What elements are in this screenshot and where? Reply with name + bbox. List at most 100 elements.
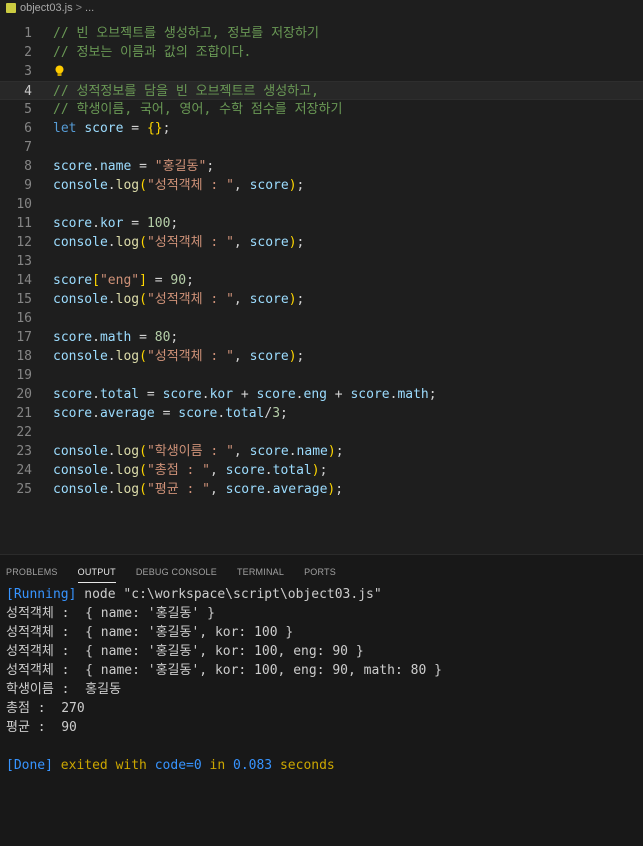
code-line[interactable]: 5 // 학생이름, 국어, 영어, 수학 점수를 저장하기 — [0, 100, 643, 119]
panel-tabs: PROBLEMS OUTPUT DEBUG CONSOLE TERMINAL PORTS — [0, 561, 350, 583]
line-number: 17 — [16, 330, 32, 345]
tab-problems[interactable]: PROBLEMS — [6, 561, 58, 583]
code-token: score — [249, 349, 289, 364]
code-line[interactable]: 23 console.log("학생이름 : ", score.name); — [0, 442, 643, 461]
line-number: 10 — [16, 197, 32, 212]
code-line[interactable]: 1 // 빈 오브젝트를 생성하고, 정보를 저장하기 — [0, 24, 643, 43]
code-token: . — [107, 349, 116, 364]
code-text: console.log("성적객체 : ", score); — [53, 290, 304, 309]
code-line[interactable]: 18 console.log("성적객체 : ", score); — [0, 347, 643, 366]
code-token: ( — [139, 292, 147, 307]
output-line: [Running] node "c:\workspace\script\obje… — [6, 585, 382, 604]
output-token: 학생이름 : 홍길동 — [6, 682, 122, 697]
code-line[interactable]: 21 score.average = score.total/3; — [0, 404, 643, 423]
breadcrumb-separator: > — [75, 2, 83, 14]
line-number: 7 — [24, 140, 32, 155]
code-token: console — [53, 444, 108, 459]
tab-terminal[interactable]: TERMINAL — [237, 561, 284, 583]
code-token: . — [92, 159, 100, 174]
code-token: . — [264, 482, 273, 497]
tab-output[interactable]: OUTPUT — [77, 561, 117, 583]
code-line[interactable]: 13 — [0, 252, 643, 271]
code-line[interactable]: 19 — [0, 366, 643, 385]
output-token: 성적객체 : { name: '홍길동', kor: 100 } — [6, 625, 294, 640]
code-token: // 성적정보를 담을 빈 오브젝트르 생성하고, — [53, 84, 319, 99]
line-number: 20 — [16, 387, 32, 402]
code-line[interactable]: 11 score.kor = 100; — [0, 214, 643, 233]
tab-debug-console[interactable]: DEBUG CONSOLE — [136, 561, 217, 583]
code-token: console — [53, 349, 108, 364]
code-token: name — [99, 159, 132, 174]
tab-ports[interactable]: PORTS — [304, 561, 336, 583]
code-token: , — [210, 482, 226, 497]
javascript-file-icon — [6, 3, 16, 13]
code-token: ) — [288, 292, 297, 307]
code-token: // 빈 오브젝트를 생성하고, 정보를 저장하기 — [53, 26, 319, 41]
code-token: score — [162, 387, 202, 402]
code-token: = — [154, 406, 179, 421]
code-token: 3 — [272, 406, 281, 421]
code-line[interactable]: 2 // 정보는 이름과 값의 조합이다. — [0, 43, 643, 62]
code-token: "성적객체 : " — [146, 178, 234, 193]
code-line[interactable]: 12 console.log("성적객체 : ", score); — [0, 233, 643, 252]
line-number: 5 — [24, 102, 32, 117]
line-number: 21 — [16, 406, 32, 421]
breadcrumb-rest[interactable]: ... — [85, 2, 94, 14]
code-line[interactable]: 17 score.math = 80; — [0, 328, 643, 347]
code-token: ( — [139, 444, 147, 459]
code-token: ; — [296, 349, 305, 364]
output-line: [Done] exited with code=0 in 0.083 secon… — [6, 756, 335, 775]
code-token: "학생이름 : " — [146, 444, 234, 459]
code-token: , — [233, 292, 250, 307]
output-line: 평균 : 90 — [6, 718, 77, 737]
code-line[interactable]: 7 — [0, 138, 643, 157]
code-token: . — [107, 482, 116, 497]
code-line[interactable]: 25 console.log("평균 : ", score.average); — [0, 480, 643, 499]
code-line[interactable]: 15 console.log("성적객체 : ", score); — [0, 290, 643, 309]
code-token: = — [146, 273, 171, 288]
code-token: log — [115, 292, 140, 307]
line-number: 11 — [16, 216, 32, 231]
code-token: . — [107, 235, 116, 250]
code-line[interactable]: 24 console.log("총점 : ", score.total); — [0, 461, 643, 480]
code-token: / — [264, 406, 273, 421]
code-line[interactable]: 6 let score = {}; — [0, 119, 643, 138]
breadcrumb-file[interactable]: object03.js — [20, 2, 73, 14]
code-text: // 빈 오브젝트를 생성하고, 정보를 저장하기 — [53, 24, 319, 43]
code-token: , — [233, 444, 250, 459]
output-token: 0.083 — [233, 758, 273, 773]
code-token: kor — [99, 216, 124, 231]
code-token: score — [225, 463, 265, 478]
code-line[interactable]: 3 — [0, 62, 643, 81]
code-token: score — [53, 406, 93, 421]
output-token: 평균 : 90 — [6, 720, 77, 735]
code-line[interactable]: 22 — [0, 423, 643, 442]
code-token: average — [272, 482, 328, 497]
code-line[interactable]: 8 score.name = "홍길동"; — [0, 157, 643, 176]
line-number: 13 — [16, 254, 32, 269]
code-line[interactable]: 20 score.total = score.kor + score.eng + … — [0, 385, 643, 404]
code-token: "eng" — [99, 273, 140, 288]
output-token: exited with — [52, 758, 155, 773]
code-token: ) — [288, 235, 297, 250]
code-token: score — [84, 121, 124, 136]
code-line[interactable]: 14 score["eng"] = 90; — [0, 271, 643, 290]
code-token: score — [178, 406, 218, 421]
code-editor[interactable]: 1 // 빈 오브젝트를 생성하고, 정보를 저장하기 2 // 정보는 이름과 값의… — [0, 16, 643, 554]
code-token: score — [249, 292, 289, 307]
lightbulb-icon[interactable] — [55, 65, 64, 77]
code-line[interactable]: 9 console.log("성적객체 : ", score); — [0, 176, 643, 195]
code-line[interactable]: 4 // 성적정보를 담을 빈 오브젝트르 생성하고, — [0, 81, 643, 100]
code-token: ; — [170, 216, 179, 231]
code-token: score — [53, 273, 93, 288]
code-text: score["eng"] = 90; — [53, 271, 194, 290]
code-token: score — [350, 387, 390, 402]
code-line[interactable]: 16 — [0, 309, 643, 328]
code-token: . — [107, 463, 116, 478]
code-token: console — [53, 463, 108, 478]
output-line: 성적객체 : { name: '홍길동', kor: 100, eng: 90 … — [6, 642, 364, 661]
output-token: seconds — [272, 758, 335, 773]
code-token: score — [53, 216, 93, 231]
code-line[interactable]: 10 — [0, 195, 643, 214]
code-token: ; — [428, 387, 437, 402]
